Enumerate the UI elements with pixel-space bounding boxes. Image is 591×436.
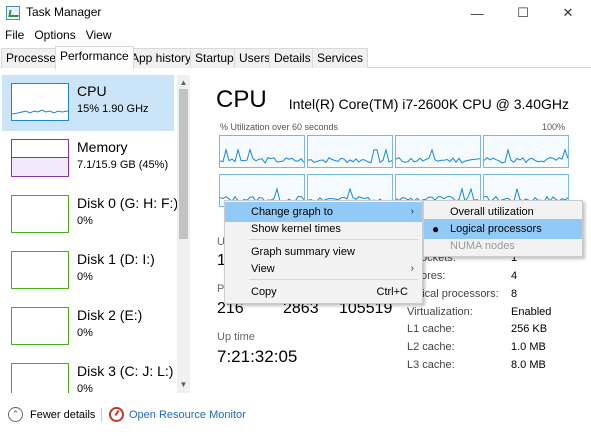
graph-context-menu: Change graph to › Show kernel times Grap… bbox=[224, 200, 423, 304]
menu-options[interactable]: Options bbox=[29, 26, 80, 46]
page-title: CPU bbox=[216, 86, 267, 113]
menu-item-view[interactable]: View › bbox=[225, 259, 422, 279]
cpu-model-name: Intel(R) Core(TM) i7-2600K CPU @ 3.40GHz bbox=[288, 96, 569, 112]
uptime-label: Up time bbox=[217, 331, 255, 343]
tab-performance[interactable]: Performance bbox=[55, 46, 134, 69]
collapse-up-icon[interactable]: ⌃ bbox=[8, 407, 23, 422]
uptime-value: 7:21:32:05 bbox=[217, 347, 298, 366]
sidebar-item-sub: 0% bbox=[77, 383, 93, 393]
footer: ⌃ Fewer details Open Resource Monitor bbox=[0, 400, 591, 430]
sidebar-item-disk-3[interactable]: Disk 3 (C: J: L:) 0% bbox=[2, 355, 174, 393]
open-resource-monitor-link[interactable]: Open Resource Monitor bbox=[129, 409, 246, 421]
window-title: Task Manager bbox=[26, 5, 102, 19]
scroll-down-icon[interactable]: ▼ bbox=[177, 379, 190, 391]
menu-item-label: View bbox=[251, 263, 275, 275]
menu-item-label: Logical processors bbox=[450, 223, 542, 235]
info-value: 1.0 MB bbox=[511, 341, 546, 353]
sidebar-item-disk-1[interactable]: Disk 1 (D: I:) 0% bbox=[2, 243, 174, 299]
submenu-arrow-icon: › bbox=[410, 263, 414, 274]
menu-bar: File Options View bbox=[0, 26, 117, 46]
sidebar-item-sub: 0% bbox=[77, 271, 93, 283]
sidebar-item-sub: 7.1/15.9 GB (45%) bbox=[77, 159, 169, 171]
utilization-line bbox=[308, 147, 392, 164]
utilization-line bbox=[484, 147, 568, 164]
sidebar-item-memory[interactable]: Memory 7.1/15.9 GB (45%) bbox=[2, 131, 174, 187]
info-value: 4 bbox=[511, 270, 518, 282]
info-label: L2 cache: bbox=[407, 341, 455, 353]
tab-startup[interactable]: Startup bbox=[190, 48, 239, 68]
disk-thumbnail-graph bbox=[11, 251, 69, 289]
menu-separator bbox=[249, 279, 418, 280]
sidebar-item-title: Memory bbox=[77, 139, 128, 155]
menu-item-label: Overall utilization bbox=[450, 206, 534, 218]
performance-sidebar: CPU 15% 1.90 GHz Memory 7.1/15.9 GB (45%… bbox=[0, 75, 192, 393]
info-value: 8 bbox=[511, 288, 518, 300]
utilization-line bbox=[220, 147, 304, 164]
sidebar-item-disk-0[interactable]: Disk 0 (G: H: F:) 0% bbox=[2, 187, 178, 243]
scroll-thumb[interactable] bbox=[179, 89, 188, 239]
fewer-details-link[interactable]: Fewer details bbox=[30, 409, 95, 421]
resource-monitor-icon[interactable] bbox=[109, 407, 124, 422]
tab-strip: Processes Performance App history Startu… bbox=[0, 46, 591, 69]
sidebar-item-title: Disk 2 (E:) bbox=[77, 307, 143, 323]
menu-item-label: Graph summary view bbox=[251, 246, 355, 258]
sidebar-item-sub: 15% 1.90 GHz bbox=[77, 103, 149, 115]
logical-processor-graph[interactable] bbox=[307, 135, 393, 168]
sidebar-scrollbar[interactable]: ▲ ▼ bbox=[177, 75, 190, 393]
utilization-max-label: 100% bbox=[541, 122, 565, 132]
footer-divider bbox=[101, 408, 102, 422]
utilization-label: % Utilization over 60 seconds bbox=[220, 122, 339, 132]
utilization-line bbox=[396, 148, 480, 164]
info-label: L3 cache: bbox=[407, 359, 455, 371]
sidebar-item-title: Disk 0 (G: H: F:) bbox=[77, 195, 179, 211]
maximize-button[interactable]: ☐ bbox=[500, 0, 546, 26]
sidebar-item-title: CPU bbox=[77, 83, 107, 99]
logical-processor-graph[interactable] bbox=[219, 135, 305, 168]
info-value: 256 KB bbox=[511, 323, 548, 335]
change-graph-submenu: Overall utilization ● Logical processors… bbox=[423, 200, 583, 257]
menu-item-label: Copy bbox=[251, 286, 277, 298]
menu-separator bbox=[249, 239, 418, 240]
tab-app-history[interactable]: App history bbox=[126, 48, 197, 68]
menu-item-shortcut: Ctrl+C bbox=[376, 286, 408, 298]
info-label: L1 cache: bbox=[407, 323, 455, 335]
sidebar-item-sub: 0% bbox=[77, 327, 93, 339]
info-label: Virtualization: bbox=[407, 306, 473, 318]
logical-processor-graph[interactable] bbox=[395, 135, 481, 168]
info-label: ogical processors: bbox=[410, 288, 499, 300]
tab-details[interactable]: Details bbox=[269, 48, 316, 68]
sidebar-item-disk-2[interactable]: Disk 2 (E:) 0% bbox=[2, 299, 174, 355]
close-button[interactable]: ✕ bbox=[545, 0, 591, 26]
info-label: ores: bbox=[421, 270, 446, 282]
tab-services[interactable]: Services bbox=[312, 48, 369, 68]
logical-processor-graph[interactable] bbox=[483, 135, 569, 168]
minimize-button[interactable]: — bbox=[454, 0, 500, 26]
task-manager-icon bbox=[6, 6, 20, 20]
menu-item-label: Show kernel times bbox=[251, 223, 341, 235]
sidebar-item-sub: 0% bbox=[77, 215, 93, 227]
cpu-thumbnail-line bbox=[11, 109, 69, 115]
menu-item-numa-nodes: NUMA nodes bbox=[424, 236, 582, 256]
menu-item-label: NUMA nodes bbox=[450, 240, 515, 252]
sidebar-item-title: Disk 1 (D: I:) bbox=[77, 251, 155, 267]
sidebar-item-cpu[interactable]: CPU 15% 1.90 GHz bbox=[2, 75, 174, 131]
info-value: Enabled bbox=[511, 306, 552, 318]
menu-view[interactable]: View bbox=[81, 26, 117, 46]
menu-item-label: Change graph to bbox=[251, 206, 333, 218]
cpu-thumbnail-graph bbox=[11, 83, 69, 121]
scroll-up-icon[interactable]: ▲ bbox=[177, 77, 190, 89]
menu-item-show-kernel-times[interactable]: Show kernel times bbox=[225, 219, 422, 239]
sidebar-item-title: Disk 3 (C: J: L:) bbox=[77, 363, 174, 379]
menu-file[interactable]: File bbox=[0, 26, 29, 46]
menu-item-copy[interactable]: Copy Ctrl+C bbox=[225, 282, 422, 302]
info-value: 8.0 MB bbox=[511, 359, 546, 371]
disk-thumbnail-graph bbox=[11, 307, 69, 345]
disk-thumbnail-graph bbox=[11, 195, 69, 233]
memory-thumbnail-graph bbox=[11, 139, 69, 177]
title-bar: Task Manager — ☐ ✕ bbox=[0, 0, 591, 26]
disk-thumbnail-graph bbox=[11, 363, 69, 393]
